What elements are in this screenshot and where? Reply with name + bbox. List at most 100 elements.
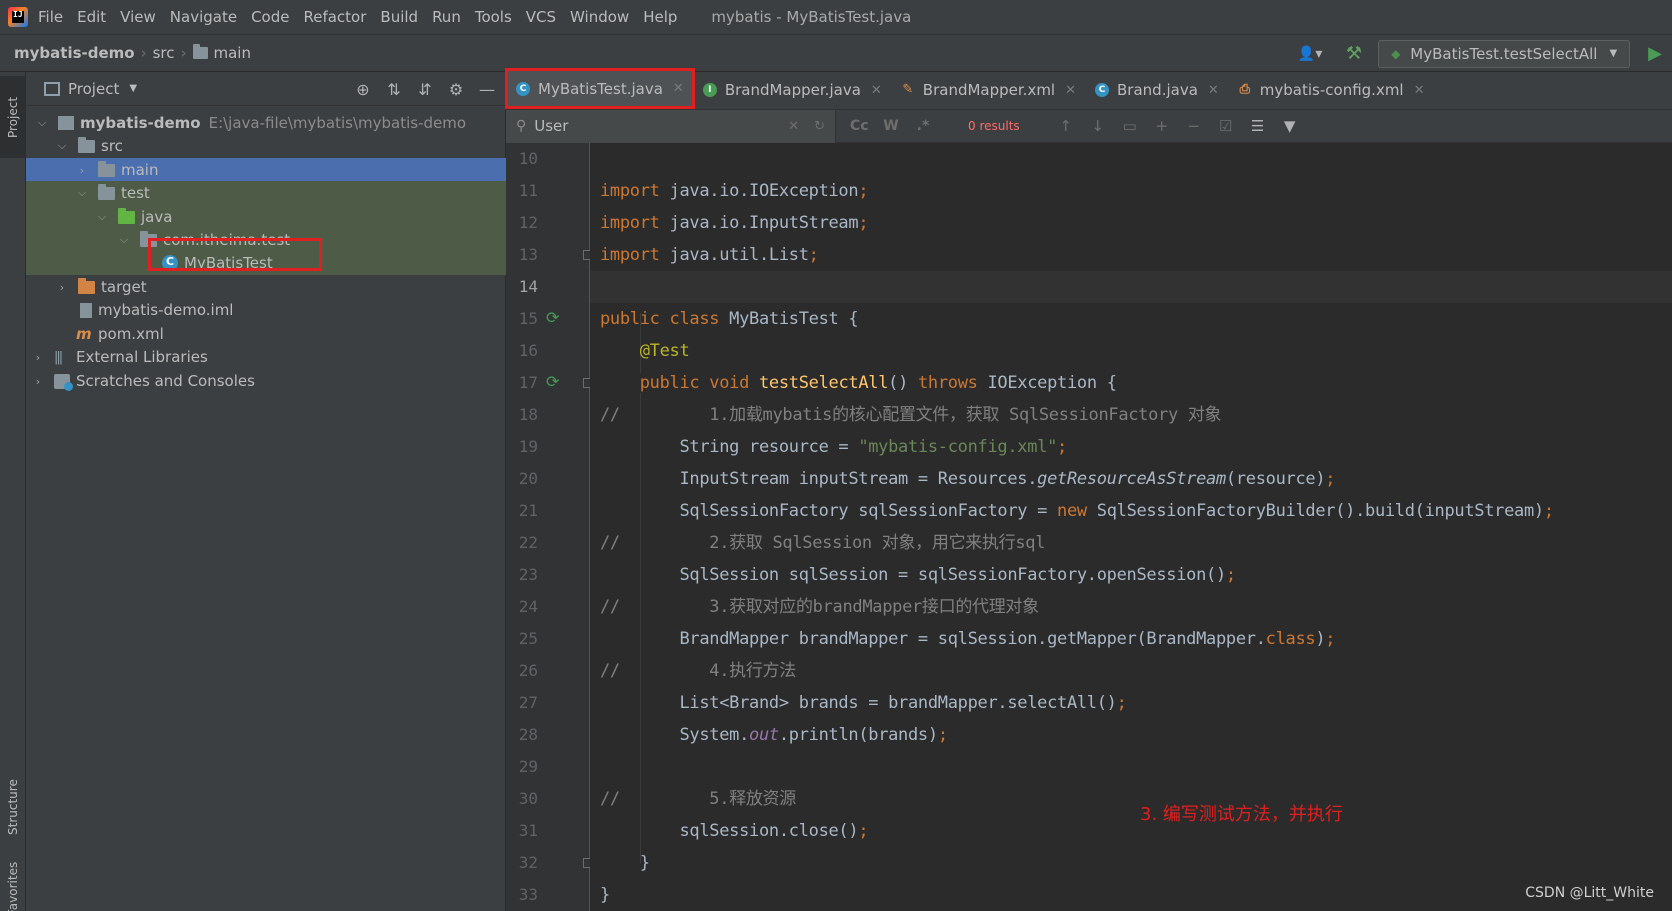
line-number: 27 xyxy=(518,693,538,712)
whole-words-toggle[interactable]: W xyxy=(882,118,900,134)
line-number: 14 xyxy=(518,277,538,296)
tree-label: pom.xml xyxy=(98,325,164,343)
left-tool-strip: Project Structure Favorites xyxy=(0,72,26,911)
menu-help[interactable]: Help xyxy=(643,8,677,26)
tree-label: mybatis-demo.iml xyxy=(98,301,234,319)
chevron-down-icon[interactable]: ⌵ xyxy=(56,139,68,153)
run-test-gutter-icon[interactable]: ⟳ xyxy=(546,372,564,391)
tab-brandmapper-xml[interactable]: ✎ BrandMapper.xml ✕ xyxy=(891,71,1085,109)
chevron-down-icon[interactable]: ⌵ xyxy=(118,233,130,247)
menu-tools[interactable]: Tools xyxy=(475,8,512,26)
structure-tool-tab[interactable]: Structure xyxy=(0,772,26,842)
user-icon[interactable]: 👤▾ xyxy=(1298,46,1328,62)
run-icon[interactable]: ▶ xyxy=(1648,43,1662,64)
folder-icon xyxy=(78,136,95,153)
chevron-down-icon[interactable]: ▼ xyxy=(129,83,137,94)
select-all-occurrences-icon[interactable]: ☑ xyxy=(1216,117,1236,135)
regex-toggle[interactable]: .* xyxy=(914,118,932,134)
line-number: 25 xyxy=(518,629,538,648)
code-editor[interactable]: import java.io.IOException; import java.… xyxy=(590,143,1672,911)
line-number: 15 xyxy=(518,309,538,328)
tab-brand-java[interactable]: C Brand.java ✕ xyxy=(1085,71,1228,109)
tree-item-package[interactable]: ⌵ com.itheima.test xyxy=(26,228,506,252)
chevron-right-icon[interactable]: › xyxy=(32,375,44,388)
hide-panel-icon[interactable]: — xyxy=(477,80,497,99)
tree-label: MyBatisTest xyxy=(184,254,273,272)
expand-all-icon[interactable]: ⇅ xyxy=(384,80,404,99)
locate-file-icon[interactable]: ⊕ xyxy=(353,80,373,99)
breadcrumb-src[interactable]: src xyxy=(153,44,175,62)
gear-icon[interactable]: ⚙ xyxy=(446,80,466,99)
menu-window[interactable]: Window xyxy=(570,8,629,26)
tree-label: Scratches and Consoles xyxy=(76,372,255,390)
chevron-right-icon[interactable]: › xyxy=(56,281,68,294)
tree-item-src[interactable]: ⌵ src xyxy=(26,134,506,158)
add-occurrence-icon[interactable]: + xyxy=(1152,117,1172,135)
next-occurrence-icon[interactable]: ↓ xyxy=(1088,117,1108,135)
match-case-toggle[interactable]: Cc xyxy=(850,118,869,134)
menu-code[interactable]: Code xyxy=(251,8,289,26)
filter-options-icon[interactable]: ☰ xyxy=(1248,117,1268,135)
remove-occurrence-icon[interactable]: − xyxy=(1184,117,1204,135)
line-number: 26 xyxy=(518,661,538,680)
close-icon[interactable]: ✕ xyxy=(673,81,684,96)
breadcrumb-main[interactable]: main xyxy=(214,44,251,62)
tree-item-pom[interactable]: m pom.xml xyxy=(26,322,506,346)
interface-icon: I xyxy=(702,83,717,97)
collapse-all-icon[interactable]: ⇵ xyxy=(415,80,435,99)
line-number: 12 xyxy=(518,213,538,232)
tree-item-mybatistest[interactable]: MyBatisTest xyxy=(26,251,506,275)
chevron-down-icon[interactable]: ⌵ xyxy=(96,210,108,224)
project-panel-title[interactable]: Project xyxy=(68,80,119,98)
build-hammer-icon[interactable]: ⚒ xyxy=(1346,43,1362,64)
watermark: CSDN @Litt_White xyxy=(1525,885,1654,901)
menu-build[interactable]: Build xyxy=(380,8,418,26)
code-line: sqlSession.close(); xyxy=(600,821,869,841)
in-selection-icon[interactable]: ▭ xyxy=(1120,117,1140,135)
previous-occurrence-icon[interactable]: ↑ xyxy=(1056,117,1076,135)
tree-item-scratches[interactable]: › Scratches and Consoles xyxy=(26,369,506,393)
menu-run[interactable]: Run xyxy=(432,8,461,26)
close-icon[interactable]: ✕ xyxy=(1208,83,1219,98)
history-icon[interactable]: ↻ xyxy=(814,119,825,134)
tab-brandmapper-java[interactable]: I BrandMapper.java ✕ xyxy=(693,71,891,109)
tree-item-main[interactable]: › main xyxy=(26,158,506,182)
xml-icon: ✎ xyxy=(902,82,914,97)
test-source-folder-icon xyxy=(118,207,135,224)
clear-icon[interactable]: ✕ xyxy=(788,119,799,134)
project-tool-tab[interactable]: Project xyxy=(0,76,26,158)
tab-mybatis-config[interactable]: ⎙ mybatis-config.xml ✕ xyxy=(1228,71,1434,109)
xml-icon: ⎙ xyxy=(1239,82,1250,97)
tree-item-target[interactable]: › target xyxy=(26,275,506,299)
breadcrumb-project[interactable]: mybatis-demo xyxy=(14,44,135,62)
chevron-down-icon[interactable]: ⌵ xyxy=(36,116,48,130)
line-number: 32 xyxy=(518,853,538,872)
menu-edit[interactable]: Edit xyxy=(77,8,106,26)
menu-view[interactable]: View xyxy=(120,8,156,26)
tab-mybatistest[interactable]: C MyBatisTest.java ✕ xyxy=(506,71,693,109)
filter-icon[interactable]: ▼ xyxy=(1280,117,1300,135)
menu-vcs[interactable]: VCS xyxy=(526,8,556,26)
search-input[interactable]: ⚲ User ✕ ↻ xyxy=(506,109,836,143)
chevron-down-icon[interactable]: ⌵ xyxy=(76,186,88,200)
tree-item-java[interactable]: ⌵ java xyxy=(26,205,506,229)
tree-item-iml[interactable]: mybatis-demo.iml xyxy=(26,298,506,322)
menu-navigate[interactable]: Navigate xyxy=(170,8,237,26)
window-title: mybatis - MyBatisTest.java xyxy=(711,8,912,26)
class-icon xyxy=(162,255,178,271)
run-test-gutter-icon[interactable]: ⟳ xyxy=(546,308,564,327)
tree-label: src xyxy=(101,137,123,155)
run-configuration-select[interactable]: ◆ MyBatisTest.testSelectAll ▼ xyxy=(1378,39,1631,68)
close-icon[interactable]: ✕ xyxy=(871,83,882,98)
menu-file[interactable]: File xyxy=(38,8,63,26)
menu-refactor[interactable]: Refactor xyxy=(303,8,366,26)
tree-item-external-libraries[interactable]: › ||| External Libraries xyxy=(26,345,506,369)
tree-item-mybatis-demo[interactable]: ⌵ mybatis-demo E:\java-file\mybatis\myba… xyxy=(26,111,506,135)
close-icon[interactable]: ✕ xyxy=(1065,83,1076,98)
tree-item-test[interactable]: ⌵ test xyxy=(26,181,506,205)
close-icon[interactable]: ✕ xyxy=(1414,83,1425,98)
intellij-logo-icon: IJ xyxy=(8,7,28,27)
chevron-right-icon[interactable]: › xyxy=(76,164,88,177)
favorites-tool-tab[interactable]: Favorites xyxy=(0,862,26,911)
chevron-right-icon[interactable]: › xyxy=(32,351,44,364)
